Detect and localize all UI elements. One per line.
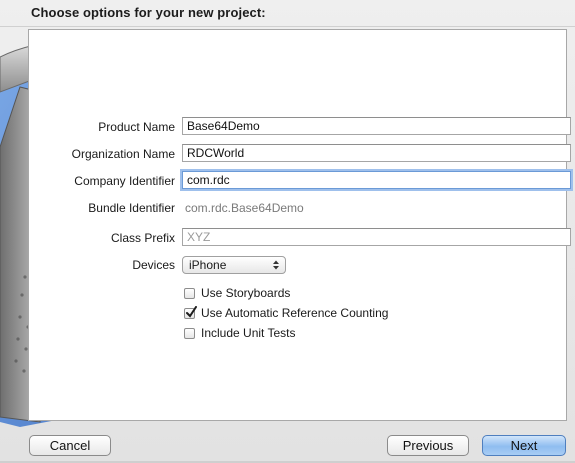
include-unit-tests-checkbox[interactable] [184,327,195,339]
company-identifier-label: Company Identifier [74,174,175,188]
organization-name-field[interactable] [182,144,571,162]
devices-label: Devices [132,258,175,272]
product-name-field[interactable] [182,117,571,135]
use-storyboards-option[interactable]: Use Storyboards [184,285,290,301]
bundle-identifier-value: com.rdc.Base64Demo [185,201,304,215]
organization-name-label: Organization Name [71,147,175,161]
use-storyboards-checkbox[interactable] [184,287,195,299]
use-arc-checkbox[interactable] [184,305,197,319]
include-unit-tests-option[interactable]: Include Unit Tests [184,325,296,341]
class-prefix-label: Class Prefix [110,231,175,245]
updown-arrows-icon [273,260,279,270]
sheet-title: Choose options for your new project: [31,5,266,20]
company-identifier-field[interactable] [182,171,571,189]
use-storyboards-label: Use Storyboards [201,286,291,300]
checkmark-icon [186,305,197,318]
cancel-button[interactable]: Cancel [29,435,111,456]
use-arc-option[interactable]: Use Automatic Reference Counting [184,305,388,321]
class-prefix-field[interactable] [182,228,571,246]
product-name-label: Product Name [98,120,175,134]
devices-selected-value: iPhone [189,258,227,272]
next-button[interactable]: Next [482,435,566,456]
bundle-identifier-label: Bundle Identifier [88,201,175,215]
options-panel: Product Name Organization Name Company I… [28,29,571,421]
include-unit-tests-label: Include Unit Tests [201,326,296,340]
previous-button[interactable]: Previous [387,435,469,456]
devices-popup[interactable]: iPhone [182,256,286,274]
use-arc-label: Use Automatic Reference Counting [201,306,389,320]
